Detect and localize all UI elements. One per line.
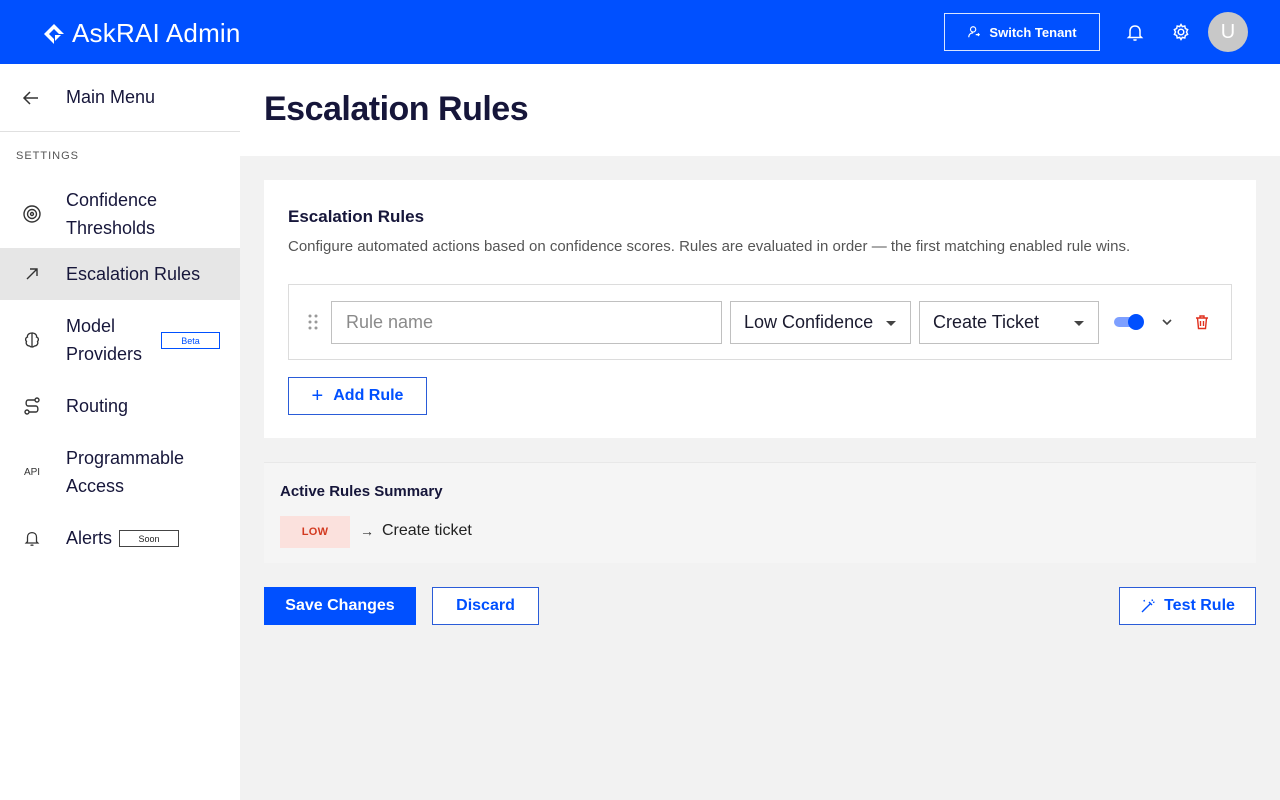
brain-icon (22, 330, 42, 350)
sidebar-item-routing[interactable]: Routing (0, 380, 240, 432)
add-rule-label: Add Rule (333, 387, 404, 404)
sidebar-item-label: Model (66, 316, 116, 336)
wand-icon (1141, 599, 1155, 613)
summary-title: Active Rules Summary (280, 483, 443, 500)
discard-button[interactable]: Discard (432, 587, 539, 625)
arrow-up-right-icon (22, 264, 42, 284)
user-switch-icon (968, 26, 981, 38)
summary-action-text: Create ticket (382, 522, 472, 539)
action-select[interactable]: Create Ticket (919, 301, 1099, 344)
sidebar-item-confidence-thresholds[interactable]: Confidence Thresholds (0, 180, 240, 248)
switch-tenant-button[interactable]: Switch Tenant (944, 13, 1100, 51)
arrow-right-icon: → (360, 523, 374, 539)
sidebar-item-label: Providers (66, 344, 143, 364)
sidebar-item-label: Access (66, 476, 125, 496)
test-rule-button[interactable]: Test Rule (1119, 587, 1256, 625)
page-header: Escalation Rules (240, 64, 1280, 156)
condition-value: Low Confidence (744, 312, 874, 332)
test-rule-label: Test Rule (1164, 597, 1235, 614)
app-title: AskRAI Admin (72, 18, 241, 48)
notifications-bell-icon[interactable] (1123, 20, 1147, 44)
severity-badge: LOW (280, 516, 350, 548)
rule-name-input[interactable] (331, 301, 722, 344)
rule-enabled-toggle[interactable] (1114, 314, 1144, 330)
main-menu-link[interactable]: Main Menu (0, 64, 240, 132)
toggle-knob (1128, 314, 1144, 330)
save-changes-button[interactable]: Save Changes (264, 587, 416, 625)
sidebar-item-alerts[interactable]: Alerts Soon (0, 512, 240, 564)
add-rule-button[interactable]: + Add Rule (288, 377, 427, 415)
sidebar-item-label: Thresholds (66, 218, 156, 238)
trash-icon[interactable] (1193, 313, 1211, 331)
sidebar-item-label: Escalation Rules (66, 264, 201, 284)
top-bar: AskRAI Admin Switch Tenant U (0, 0, 1280, 64)
sidebar-item-label: Routing (66, 396, 129, 416)
sidebar-item-escalation-rules[interactable]: Escalation Rules (0, 248, 240, 300)
rule-row: Low Confidence Create Ticket (288, 284, 1232, 360)
sidebar-item-label: Alerts (66, 528, 113, 548)
sidebar-item-label: Programmable (66, 448, 185, 468)
escalation-rules-card: Escalation Rules Configure automated act… (264, 180, 1256, 438)
settings-section-label: SETTINGS (16, 150, 80, 162)
drag-handle-icon[interactable] (307, 313, 319, 331)
action-value: Create Ticket (933, 312, 1040, 332)
plus-icon: + (311, 385, 324, 407)
logo-icon (44, 23, 64, 44)
beta-badge: Beta (161, 332, 220, 349)
chevron-down-icon[interactable] (1159, 314, 1175, 330)
active-rules-summary: Active Rules Summary LOW → Create ticket (264, 462, 1256, 563)
settings-gear-icon[interactable] (1169, 20, 1193, 44)
brand[interactable]: AskRAI Admin (42, 18, 241, 49)
switch-tenant-label: Switch Tenant (989, 24, 1077, 40)
page-title: Escalation Rules (264, 90, 529, 128)
card-title: Escalation Rules (288, 207, 425, 226)
caret-down-icon (886, 321, 896, 326)
caret-down-icon (1074, 321, 1084, 326)
sidebar-item-model-providers[interactable]: Model Providers Beta (0, 300, 240, 380)
soon-badge: Soon (119, 530, 179, 547)
route-icon (22, 396, 42, 416)
arrow-left-icon (22, 90, 38, 105)
condition-select[interactable]: Low Confidence (730, 301, 911, 344)
api-icon: API (23, 466, 41, 478)
main-menu-label: Main Menu (66, 87, 156, 107)
user-avatar[interactable]: U (1208, 12, 1248, 52)
card-description: Configure automated actions based on con… (288, 238, 1131, 255)
bell-icon (22, 528, 42, 548)
sidebar-item-label: Confidence (66, 190, 158, 210)
target-icon (22, 204, 42, 224)
sidebar-item-programmable-access[interactable]: API Programmable Access (0, 432, 240, 512)
sidebar: Main Menu SETTINGS Confidence Thresholds… (0, 64, 240, 800)
